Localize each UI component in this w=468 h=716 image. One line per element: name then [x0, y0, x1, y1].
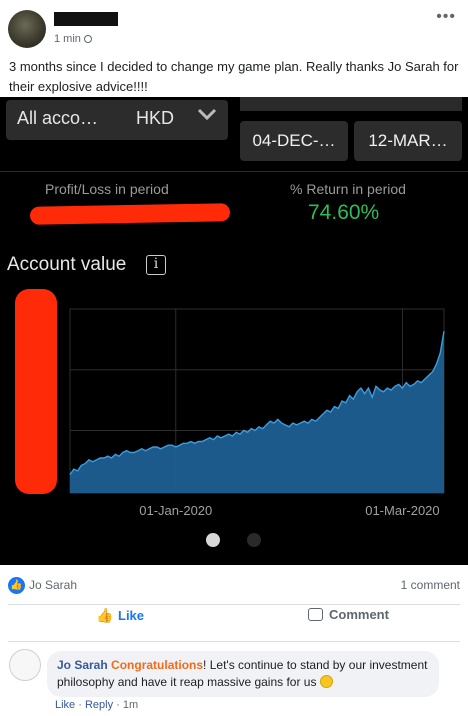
account-value-area — [70, 331, 444, 493]
like-button-label: Like — [118, 608, 145, 623]
author-name-redacted — [54, 12, 118, 26]
post-time-text[interactable]: 1 min — [54, 33, 81, 45]
comment-like-link[interactable]: Like — [55, 699, 75, 711]
comment-reply-link[interactable]: Reply — [85, 699, 113, 711]
post-text: 3 months since I decided to change my ga… — [9, 59, 459, 94]
reactor-name[interactable]: Jo Sarah — [29, 578, 77, 592]
app-screenshot: All acco… HKD 04-DEC-… 12-MAR… Profit/Lo… — [0, 97, 468, 565]
comment-bubble: Jo Sarah Congratulations! Let's continue… — [47, 651, 439, 697]
x-ticks: 01-Jan-2020 01-Mar-2020 — [139, 503, 439, 518]
divider — [8, 604, 460, 605]
pager-dot-1[interactable] — [206, 533, 220, 547]
like-button[interactable]: 👍 Like — [96, 607, 144, 639]
comment-count[interactable]: 1 comment — [401, 578, 460, 592]
commenter-avatar[interactable] — [9, 649, 41, 681]
author-avatar[interactable] — [8, 10, 46, 48]
thumbs-up-icon: 👍 — [96, 607, 114, 623]
comment-bubble-icon — [308, 608, 323, 621]
comment-time[interactable]: 1m — [123, 699, 138, 711]
account-value-chart: 01-Jan-2020 01-Mar-2020 — [69, 308, 445, 518]
reaction-row: 👍 Jo Sarah 1 comment — [0, 570, 468, 602]
y-axis-redaction — [15, 289, 57, 494]
more-options-icon[interactable]: ••• — [436, 8, 456, 26]
like-reaction-icon[interactable]: 👍 — [8, 577, 25, 594]
smiley-emoji-icon — [319, 675, 333, 688]
post-header: 1 min ••• — [0, 0, 468, 52]
comment-author[interactable]: Jo Sarah — [57, 658, 108, 672]
post-timestamp[interactable]: 1 min — [54, 33, 92, 45]
comment-button[interactable]: Comment — [308, 607, 389, 639]
x-tick-label-2: 01-Mar-2020 — [365, 503, 439, 518]
comment-button-label: Comment — [329, 607, 389, 622]
comment-actions: Like · Reply · 1m — [55, 699, 139, 711]
comment-highlight: Congratulations — [111, 658, 204, 672]
x-tick-label-1: 01-Jan-2020 — [139, 503, 212, 518]
globe-icon — [83, 35, 92, 43]
divider — [8, 641, 460, 642]
pager-dot-2[interactable] — [247, 533, 261, 547]
